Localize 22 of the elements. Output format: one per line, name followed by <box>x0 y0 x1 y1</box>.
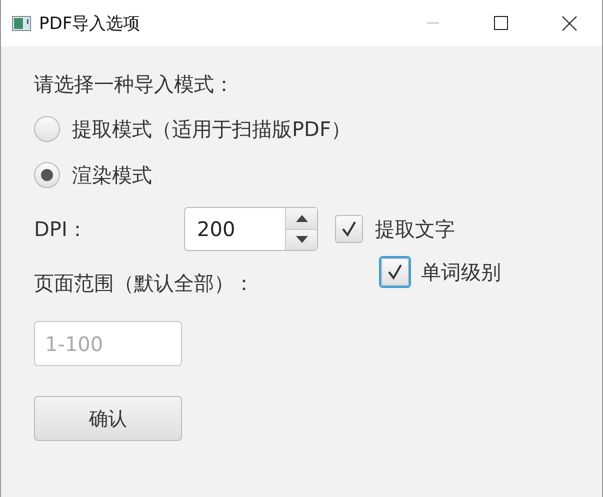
prompt-text: 请选择一种导入模式： <box>34 71 235 98</box>
check-icon <box>386 263 404 281</box>
window-title: PDF导入选项 <box>39 12 140 34</box>
up-arrow-icon <box>296 214 308 222</box>
close-icon <box>562 16 576 30</box>
radio-option[interactable]: 渲染模式 <box>34 160 152 190</box>
minimize-icon <box>427 22 439 24</box>
check-icon <box>340 220 358 238</box>
down-arrow-icon <box>296 236 308 244</box>
checkbox-label: 单词级别 <box>421 258 501 286</box>
checkbox[interactable] <box>335 215 363 243</box>
radio-option[interactable]: 提取模式（适用于扫描版PDF） <box>34 114 351 144</box>
decrement-button[interactable] <box>286 228 317 250</box>
dpi-label: DPI： <box>34 216 88 242</box>
page-range-label: 页面范围（默认全部）： <box>34 270 255 297</box>
confirm-button[interactable]: 确认 <box>34 396 182 441</box>
dpi-spinner[interactable]: 200 <box>184 207 318 251</box>
page-range-field[interactable]: 1-100 <box>34 321 182 366</box>
increment-button[interactable] <box>286 208 317 228</box>
checkbox-label: 提取文字 <box>375 216 455 242</box>
maximize-icon <box>494 16 508 30</box>
app-icon <box>12 16 31 30</box>
